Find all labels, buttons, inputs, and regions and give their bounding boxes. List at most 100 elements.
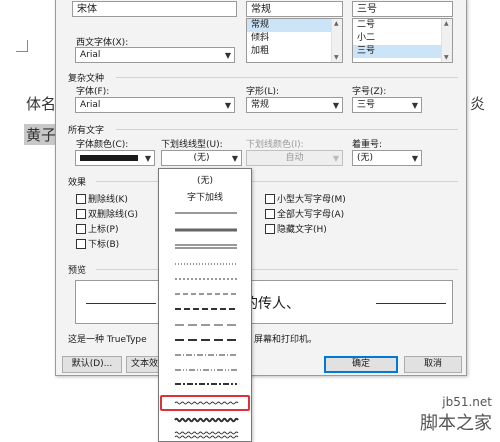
checkbox-box[interactable] bbox=[76, 209, 86, 219]
underline-color-label: 下划线颜色(I): bbox=[246, 140, 304, 150]
font-style-value: 常规 bbox=[251, 4, 271, 15]
complex-font-label: 字体(F): bbox=[76, 87, 110, 97]
font-size-input[interactable]: 三号 bbox=[352, 1, 453, 17]
western-font-select[interactable]: Arial ▼ bbox=[75, 47, 235, 63]
watermark-url: jb51.net bbox=[442, 395, 492, 409]
emphasis-value: (无) bbox=[357, 153, 374, 163]
complex-font-value: Arial bbox=[80, 100, 101, 110]
preview-sample-text: 的传人、 bbox=[244, 296, 300, 312]
preview-box: 的传人、 bbox=[75, 280, 453, 324]
highlight-annotation-box bbox=[160, 395, 250, 411]
scroll-up-icon[interactable]: ▲ bbox=[444, 20, 449, 27]
underline-color-select: 自动 ▼ bbox=[246, 150, 343, 166]
scroll-down-icon[interactable]: ▼ bbox=[334, 54, 339, 61]
checkbox-strikethrough[interactable]: 删除线(K) bbox=[76, 192, 128, 205]
chevron-down-icon: ▼ bbox=[144, 154, 151, 163]
chevron-down-icon: ▼ bbox=[224, 51, 231, 60]
section-divider bbox=[116, 77, 458, 78]
complex-font-select[interactable]: Arial ▼ bbox=[75, 97, 235, 113]
underline-option-wave-heavy bbox=[174, 417, 239, 423]
list-item[interactable]: 二号 bbox=[353, 19, 452, 32]
complex-size-value: 三号 bbox=[357, 100, 376, 110]
underline-type-value: (无) bbox=[193, 153, 210, 163]
watermark-name: 脚本之家 bbox=[420, 413, 492, 434]
underline-type-label: 下划线线型(U): bbox=[161, 140, 223, 150]
document-text-line: 体名 bbox=[26, 95, 57, 113]
preview-note-right: 屏幕和打印机。 bbox=[254, 335, 318, 345]
emphasis-select[interactable]: (无) ▼ bbox=[352, 150, 422, 166]
all-text-section-title: 所有文字 bbox=[68, 126, 105, 136]
checkbox-box[interactable] bbox=[76, 239, 86, 249]
scroll-down-icon[interactable]: ▼ bbox=[444, 54, 449, 61]
underline-type-select[interactable]: (无) ▼ bbox=[161, 150, 242, 166]
font-color-select[interactable]: ▼ bbox=[75, 150, 155, 166]
complex-style-label: 字形(L): bbox=[246, 87, 280, 97]
section-divider bbox=[116, 129, 458, 130]
emphasis-label: 着重号: bbox=[352, 140, 383, 150]
checkbox-label: 下标(B) bbox=[88, 240, 120, 250]
preview-section-title: 预览 bbox=[68, 266, 87, 276]
font-dialog: 宋体 常规 三号 常规 倾斜 加粗 ▲ ▼ 二号 小二 三号 ▲ ▼ 西文字体(X)… bbox=[55, 0, 467, 376]
font-size-list[interactable]: 二号 小二 三号 ▲ ▼ bbox=[352, 18, 453, 63]
scrollbar[interactable]: ▲ ▼ bbox=[331, 19, 342, 62]
underline-option-wave-double bbox=[174, 431, 239, 435]
chevron-down-icon: ▼ bbox=[224, 101, 231, 110]
section-divider bbox=[96, 269, 458, 270]
checkbox-box[interactable] bbox=[265, 224, 275, 234]
complex-style-select[interactable]: 常规 ▼ bbox=[246, 97, 343, 113]
checkbox-box[interactable] bbox=[265, 209, 275, 219]
color-swatch bbox=[80, 155, 138, 161]
list-item[interactable]: 小二 bbox=[353, 32, 452, 45]
checkbox-label: 删除线(K) bbox=[88, 195, 128, 205]
checkbox-small-caps[interactable]: 小型大写字母(M) bbox=[265, 192, 346, 205]
underline-color-value: 自动 bbox=[285, 153, 304, 163]
chevron-down-icon: ▼ bbox=[332, 101, 339, 110]
document-text-highlighted: 黄子 bbox=[24, 124, 59, 145]
default-button[interactable]: 默认(D)... bbox=[62, 356, 122, 373]
complex-style-value: 常规 bbox=[251, 100, 270, 110]
effects-section-title: 效果 bbox=[68, 178, 87, 188]
chevron-down-icon: ▼ bbox=[411, 154, 418, 163]
list-item[interactable]: 三号 bbox=[353, 45, 452, 58]
complex-section-title: 复杂文种 bbox=[68, 74, 105, 84]
chevron-down-icon: ▼ bbox=[332, 154, 339, 163]
preview-baseline bbox=[86, 303, 156, 304]
checkbox-label: 全部大写字母(A) bbox=[277, 210, 345, 220]
list-item[interactable]: 倾斜 bbox=[247, 32, 342, 45]
chevron-down-icon: ▼ bbox=[411, 101, 418, 110]
chinese-font-input[interactable]: 宋体 bbox=[72, 1, 237, 17]
complex-size-label: 字号(Z): bbox=[352, 87, 387, 97]
checkbox-label: 双删除线(G) bbox=[88, 210, 138, 220]
preview-note-left: 这是一种 TrueType bbox=[68, 335, 147, 345]
checkbox-box[interactable] bbox=[76, 224, 86, 234]
complex-size-select[interactable]: 三号 ▼ bbox=[352, 97, 422, 113]
document-text-line: 炎 bbox=[470, 95, 486, 113]
scrollbar[interactable]: ▲ ▼ bbox=[441, 19, 452, 62]
section-divider bbox=[96, 181, 458, 182]
checkbox-label: 上标(P) bbox=[88, 225, 119, 235]
checkbox-all-caps[interactable]: 全部大写字母(A) bbox=[265, 207, 344, 220]
checkbox-box[interactable] bbox=[76, 194, 86, 204]
list-item[interactable]: 常规 bbox=[247, 19, 342, 32]
checkbox-label: 小型大写字母(M) bbox=[277, 195, 346, 205]
checkbox-superscript[interactable]: 上标(P) bbox=[76, 222, 118, 235]
checkbox-double-strikethrough[interactable]: 双删除线(G) bbox=[76, 207, 138, 220]
underline-type-dropdown[interactable]: (无) 字下加线 bbox=[158, 168, 252, 442]
font-style-input[interactable]: 常规 bbox=[246, 1, 343, 17]
cancel-button[interactable]: 取消 bbox=[404, 356, 462, 373]
western-font-value: Arial bbox=[80, 50, 101, 60]
chinese-font-value: 宋体 bbox=[77, 4, 97, 15]
margin-corner-mark bbox=[16, 40, 28, 52]
list-item[interactable]: 加粗 bbox=[247, 45, 342, 58]
font-style-list[interactable]: 常规 倾斜 加粗 ▲ ▼ bbox=[246, 18, 343, 63]
underline-option-wave-double bbox=[174, 435, 239, 439]
watermark: jb51.net 脚本之家 bbox=[420, 395, 492, 435]
ok-button[interactable]: 确定 bbox=[324, 356, 398, 373]
font-color-label: 字体颜色(C): bbox=[76, 140, 129, 150]
scroll-up-icon[interactable]: ▲ bbox=[334, 20, 339, 27]
checkbox-subscript[interactable]: 下标(B) bbox=[76, 237, 119, 250]
font-size-value: 三号 bbox=[357, 4, 377, 15]
chevron-down-icon: ▼ bbox=[231, 154, 238, 163]
checkbox-hidden[interactable]: 隐藏文字(H) bbox=[265, 222, 327, 235]
checkbox-box[interactable] bbox=[265, 194, 275, 204]
